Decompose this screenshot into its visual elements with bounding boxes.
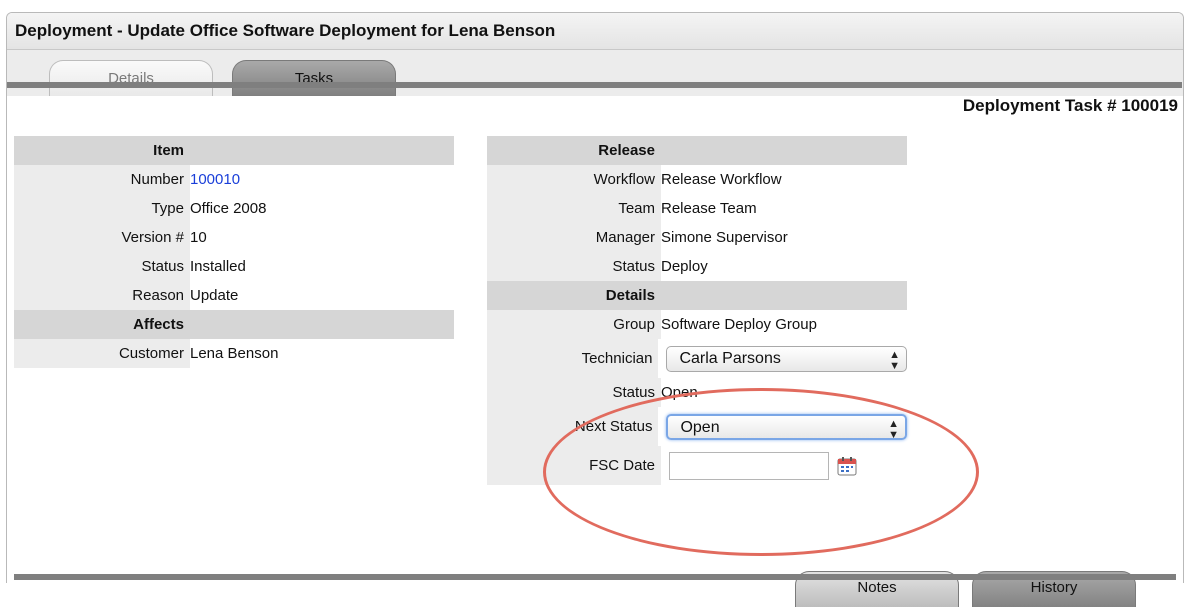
field-row-workflow: Workflow Release Workflow: [487, 165, 907, 194]
updown-arrows-icon: ▲ ▼: [888, 417, 899, 441]
fsc-date-input[interactable]: [669, 451, 829, 480]
details-header-row: Details: [487, 281, 907, 310]
details-header: Details: [605, 287, 655, 304]
calendar-icon[interactable]: [837, 456, 857, 476]
field-row-customer: Customer Lena Benson: [14, 339, 454, 368]
affects-header-row: Affects: [14, 310, 454, 339]
field-row-task-status: Status Open: [487, 378, 907, 407]
workflow-value: Release Workflow: [661, 171, 782, 188]
item-header-row: Item: [14, 136, 454, 165]
workflow-label: Workflow: [487, 165, 661, 194]
item-header: Item: [153, 142, 184, 159]
team-label: Team: [487, 194, 661, 223]
release-header: Release: [598, 142, 655, 159]
field-row-version: Version # 10: [14, 223, 454, 252]
field-row-number: Number 100010: [14, 165, 454, 194]
field-row-reason: Reason Update: [14, 281, 454, 310]
version-value: 10: [190, 229, 207, 246]
release-status-value: Deploy: [661, 258, 708, 275]
group-label: Group: [487, 310, 661, 339]
window-title: Deployment - Update Office Software Depl…: [7, 13, 1183, 50]
type-label: Type: [14, 194, 190, 223]
tab-tasks[interactable]: Tasks: [232, 60, 396, 96]
item-status-value: Installed: [190, 258, 246, 275]
number-label: Number: [14, 165, 190, 194]
technician-label: Technician: [487, 339, 659, 378]
item-status-label: Status: [14, 252, 190, 281]
task-number-heading: Deployment Task # 100019: [962, 96, 1178, 115]
task-status-value: Open: [661, 384, 698, 401]
customer-label: Customer: [14, 339, 190, 368]
release-section: Release Workflow Release Workflow Team R…: [487, 136, 907, 485]
field-row-type: Type Office 2008: [14, 194, 454, 223]
field-row-manager: Manager Simone Supervisor: [487, 223, 907, 252]
tab-strip: Details Tasks: [7, 50, 1183, 96]
next-status-label: Next Status: [487, 407, 659, 446]
release-header-row: Release: [487, 136, 907, 165]
item-section: Item Number 100010 Type Office 2008 Vers…: [14, 136, 454, 368]
type-value: Office 2008: [190, 200, 267, 217]
reason-value: Update: [190, 287, 239, 304]
affects-header: Affects: [133, 316, 184, 333]
next-status-selected-value: Open: [680, 418, 720, 436]
fsc-date-label: FSC Date: [487, 446, 661, 485]
field-row-release-status: Status Deploy: [487, 252, 907, 281]
field-row-team: Team Release Team: [487, 194, 907, 223]
next-status-select[interactable]: Open ▲ ▼: [666, 413, 907, 441]
tab-details[interactable]: Details: [49, 60, 213, 96]
bottom-divider: [14, 574, 1176, 580]
technician-selected-value: Carla Parsons: [679, 349, 781, 367]
number-link[interactable]: 100010: [190, 171, 240, 188]
team-value: Release Team: [661, 200, 757, 217]
reason-label: Reason: [14, 281, 190, 310]
field-row-fsc-date: FSC Date: [487, 446, 907, 485]
group-value: Software Deploy Group: [661, 316, 817, 333]
updown-arrows-icon: ▲ ▼: [889, 348, 900, 372]
manager-value: Simone Supervisor: [661, 229, 788, 246]
tab-divider: [7, 82, 1182, 88]
task-status-label: Status: [487, 378, 661, 407]
version-label: Version #: [14, 223, 190, 252]
field-row-next-status: Next Status Open ▲ ▼: [487, 407, 907, 446]
manager-label: Manager: [487, 223, 661, 252]
release-status-label: Status: [487, 252, 661, 281]
field-row-group: Group Software Deploy Group: [487, 310, 907, 339]
customer-value: Lena Benson: [190, 345, 279, 362]
field-row-status: Status Installed: [14, 252, 454, 281]
field-row-technician: Technician Carla Parsons ▲ ▼: [487, 339, 907, 378]
technician-select[interactable]: Carla Parsons ▲ ▼: [666, 345, 907, 372]
